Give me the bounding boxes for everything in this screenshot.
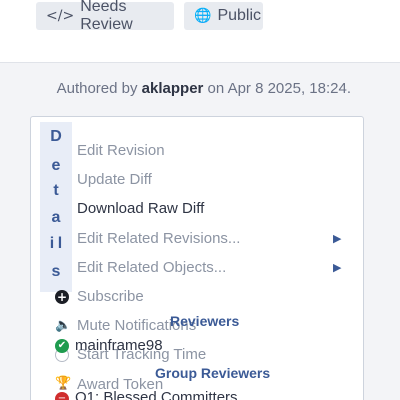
- status-tag-label: Needs Review: [80, 0, 133, 33]
- visibility-tag-public[interactable]: 🌐 Public: [184, 2, 263, 30]
- speaker-mute-icon: 🔈: [55, 318, 72, 333]
- details-letter: l: [57, 235, 63, 252]
- reviewer-name[interactable]: mainframe98: [75, 337, 163, 354]
- details-letter: e: [51, 157, 61, 174]
- group-reviewers-heading: Group Reviewers: [155, 365, 271, 381]
- details-letter: a: [51, 209, 61, 226]
- trophy-icon: 🏆: [55, 376, 72, 391]
- group-reviewer-name[interactable]: O1: Blessed Committers: [75, 389, 238, 400]
- action-edit-related-revisions[interactable]: Edit Related Revisions...: [77, 230, 240, 247]
- blocking-status-icon: −: [55, 392, 69, 400]
- plus-circle-icon: +: [55, 290, 69, 304]
- submenu-arrow-icon: ▶: [333, 261, 342, 274]
- globe-icon: 🌐: [194, 8, 212, 24]
- authored-prefix: Authored by: [56, 80, 138, 97]
- authored-line: Authored by aklapper on Apr 8 2025, 18:2…: [0, 80, 351, 97]
- submenu-arrow-icon: ▶: [333, 232, 342, 245]
- check-circle-icon: ✔: [55, 339, 69, 353]
- details-letter: t: [53, 182, 59, 199]
- authored-date: on Apr 8 2025, 18:24.: [207, 80, 351, 97]
- details-letter: s: [51, 263, 61, 280]
- author-link[interactable]: aklapper: [142, 80, 204, 97]
- action-download-raw-diff[interactable]: Download Raw Diff: [77, 200, 204, 217]
- action-edit-revision[interactable]: Edit Revision: [77, 142, 165, 159]
- header-area: </> Needs Review 🌐 Public: [0, 0, 400, 62]
- status-tag-needs-review[interactable]: </> Needs Review: [36, 0, 174, 33]
- action-update-diff[interactable]: Update Diff: [77, 171, 152, 188]
- reviewers-heading: Reviewers: [170, 313, 240, 329]
- details-tab[interactable]: D e t a i l s: [40, 122, 72, 292]
- action-subscribe[interactable]: Subscribe: [77, 288, 144, 305]
- code-icon: </>: [46, 8, 75, 24]
- details-letter: D: [50, 128, 62, 145]
- action-edit-related-objects[interactable]: Edit Related Objects...: [77, 259, 226, 276]
- visibility-tag-label: Public: [217, 7, 262, 24]
